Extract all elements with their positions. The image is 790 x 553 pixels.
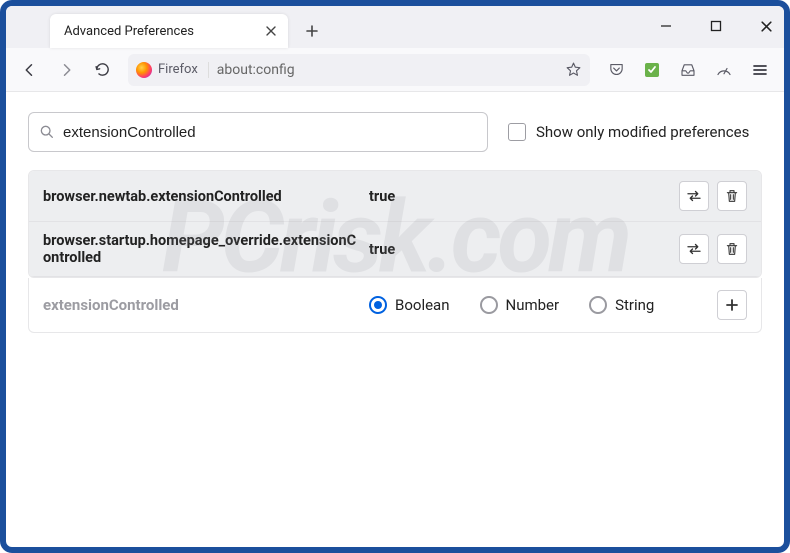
close-tab-icon[interactable]	[264, 24, 278, 38]
about-config-content: PCrisk.com Show only modified preference…	[6, 92, 784, 353]
radio-icon	[480, 296, 498, 314]
pref-actions	[679, 234, 747, 264]
identity-label: Firefox	[158, 62, 198, 77]
pref-actions	[679, 181, 747, 211]
pref-search-input[interactable]	[63, 124, 477, 141]
type-radios: Boolean Number String	[369, 296, 707, 314]
radio-icon	[589, 296, 607, 314]
toggle-button[interactable]	[679, 234, 709, 264]
tab-bar: Advanced Preferences	[6, 6, 784, 48]
url-text: about:config	[217, 62, 295, 78]
speed-button[interactable]	[708, 54, 740, 86]
delete-button[interactable]	[717, 181, 747, 211]
new-pref-row: extensionControlled Boolean Number Strin…	[28, 278, 762, 333]
star-icon[interactable]	[565, 61, 582, 78]
inbox-button[interactable]	[672, 54, 704, 86]
search-icon	[39, 124, 55, 140]
forward-button[interactable]	[50, 54, 82, 86]
show-only-modified-toggle[interactable]: Show only modified preferences	[508, 123, 749, 141]
tab-title: Advanced Preferences	[64, 24, 194, 39]
add-pref-button[interactable]	[717, 290, 747, 320]
site-identity[interactable]: Firefox	[136, 62, 209, 78]
menu-button[interactable]	[744, 54, 776, 86]
maximize-button[interactable]	[702, 12, 730, 40]
pref-search-box[interactable]	[28, 112, 488, 152]
pref-value: true	[369, 241, 669, 258]
pref-row[interactable]: browser.startup.homepage_override.extens…	[29, 222, 761, 277]
url-bar[interactable]: Firefox about:config	[128, 54, 590, 86]
pref-name: browser.newtab.extensionControlled	[43, 188, 359, 205]
search-row: Show only modified preferences	[28, 112, 762, 152]
pref-value: true	[369, 188, 669, 205]
window-controls	[652, 12, 780, 40]
radio-label: Boolean	[395, 296, 450, 314]
delete-button[interactable]	[717, 234, 747, 264]
type-radio-number[interactable]: Number	[480, 296, 560, 314]
reload-button[interactable]	[86, 54, 118, 86]
back-button[interactable]	[14, 54, 46, 86]
pref-name: browser.startup.homepage_override.extens…	[43, 232, 359, 266]
prefs-table: browser.newtab.extensionControlled true …	[28, 170, 762, 278]
radio-icon	[369, 296, 387, 314]
toggle-button[interactable]	[679, 181, 709, 211]
type-radio-string[interactable]: String	[589, 296, 654, 314]
pocket-button[interactable]	[600, 54, 632, 86]
new-pref-name: extensionControlled	[43, 296, 359, 314]
close-window-button[interactable]	[752, 12, 780, 40]
type-radio-boolean[interactable]: Boolean	[369, 296, 450, 314]
radio-label: String	[615, 296, 654, 314]
show-only-modified-label: Show only modified preferences	[536, 123, 749, 141]
minimize-button[interactable]	[652, 12, 680, 40]
radio-label: Number	[506, 296, 560, 314]
tab-advanced-preferences[interactable]: Advanced Preferences	[50, 14, 288, 48]
new-tab-button[interactable]	[298, 17, 326, 45]
nav-toolbar: Firefox about:config	[6, 48, 784, 92]
extension-button[interactable]	[636, 54, 668, 86]
firefox-logo-icon	[136, 62, 152, 78]
pref-row[interactable]: browser.newtab.extensionControlled true	[29, 171, 761, 222]
window-frame: Advanced Preferences	[0, 0, 790, 553]
checkbox-icon[interactable]	[508, 123, 526, 141]
